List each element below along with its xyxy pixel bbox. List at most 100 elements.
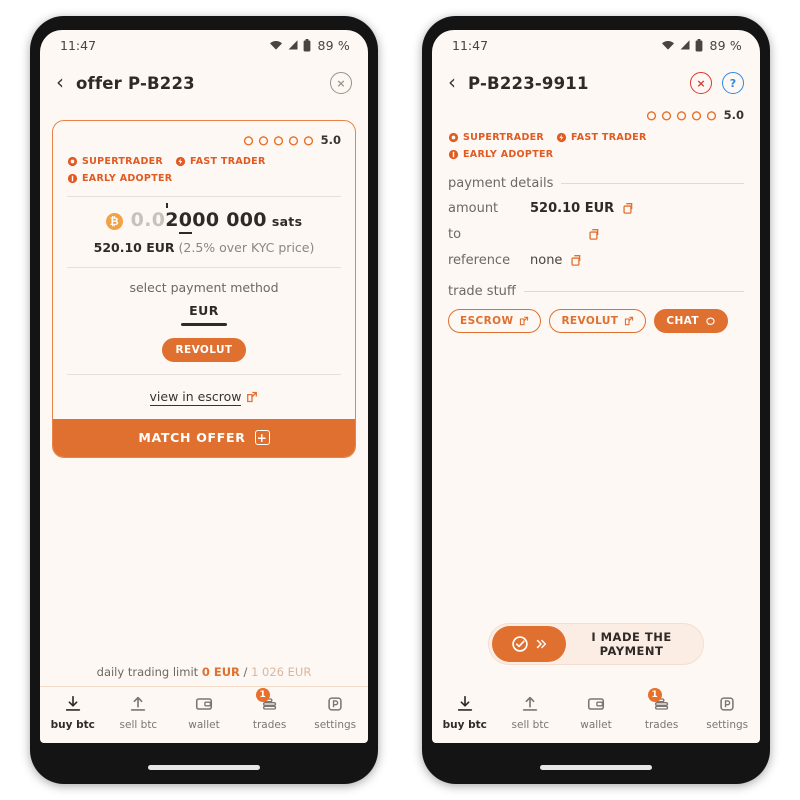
external-link-icon [247, 391, 258, 403]
detail-value: none [530, 253, 563, 268]
app-bar-actions: × ? [690, 72, 744, 94]
badge-early-adopter: EARLY ADOPTER [67, 173, 172, 184]
nav-label: settings [314, 719, 357, 731]
fiat-value: 520.10 EUR [93, 240, 175, 255]
signal-icon [681, 40, 690, 50]
fast-trader-badge-icon [556, 132, 567, 143]
trader-badges: SUPERTRADER FAST TRADER EARLY ADOPTER [67, 156, 341, 184]
trade-stuff-chips: ESCROW REVOLUT CHAT [448, 309, 744, 333]
section-label: payment details [448, 176, 554, 191]
back-button[interactable]: ‹ [54, 70, 68, 96]
badge-fast-trader: FAST TRADER [556, 132, 647, 143]
nav-item-sell-btc[interactable]: sell btc [109, 694, 167, 731]
offer-card-inner: 5.0 SUPERTRADER FAST TRADER EARLY ADOPTE… [53, 121, 355, 419]
rating-value: 5.0 [320, 133, 341, 147]
copy-icon[interactable] [622, 202, 635, 215]
rating-value: 5.0 [723, 108, 744, 122]
view-in-escrow-link[interactable]: view in escrow [67, 387, 341, 419]
settings-p-icon [717, 694, 737, 714]
badge-label: EARLY ADOPTER [82, 173, 173, 184]
copy-icon[interactable] [588, 228, 601, 241]
confirm-payment-slider[interactable]: I MADE THE PAYMENT [488, 623, 704, 665]
limit-label: daily trading limit [96, 665, 199, 679]
sats-amount-row: ₿ 0.0 2 0 00 000 sats [67, 203, 341, 234]
payment-details-heading: payment details [448, 176, 744, 191]
match-offer-button[interactable]: MATCH OFFER + [53, 418, 355, 457]
divider-bottom [67, 373, 341, 375]
chip-chat[interactable]: CHAT [654, 309, 728, 333]
daily-trading-limit: daily trading limit 0 EUR / 1 026 EUR [40, 659, 368, 687]
screen-offer-detail: 11:47 89 % ‹ offer P-B223 × 5.0 SUPERTRA… [40, 30, 368, 743]
sats-underline-digit: 0 [178, 209, 193, 234]
nav-label: sell btc [119, 719, 158, 731]
battery-percent: 89 % [709, 37, 742, 53]
detail-row-amount: amount 520.10 EUR [448, 201, 744, 216]
nav-item-settings[interactable]: settings [698, 694, 756, 731]
chip-label: CHAT [666, 315, 699, 327]
view-in-escrow-label: view in escrow [149, 388, 242, 406]
coins-stack-icon: 1 [255, 688, 280, 714]
rating-circle-icon [258, 135, 268, 145]
nav-item-wallet[interactable]: wallet [175, 694, 233, 731]
status-time: 11:47 [452, 37, 489, 53]
signal-icon [289, 40, 298, 50]
back-button[interactable]: ‹ [446, 70, 460, 96]
close-circle-icon[interactable]: × [690, 72, 712, 94]
nav-item-trades[interactable]: 1 trades [241, 688, 299, 731]
offer-card: 5.0 SUPERTRADER FAST TRADER EARLY ADOPTE… [52, 120, 356, 458]
chip-revolut[interactable]: REVOLUT [549, 309, 647, 333]
trade-stuff-heading: trade stuff [448, 284, 744, 299]
chip-label: ESCROW [460, 315, 514, 327]
fast-trader-badge-icon [175, 156, 186, 167]
rating-circle-icon [303, 135, 313, 145]
sats-dim-prefix: 0.0 [130, 209, 166, 231]
sats-unit: sats [271, 214, 303, 229]
screen-trade-detail: 11:47 89 % ‹ P-B223-9911 × ? 5.0 SUPERTR… [432, 30, 760, 743]
nav-label: buy btc [50, 719, 95, 731]
trade-body: 5.0 SUPERTRADER FAST TRADER EARLY ADOPTE… [432, 106, 760, 687]
nav-label: sell btc [511, 719, 550, 731]
section-rule [561, 183, 744, 184]
early-adopter-badge-icon [448, 149, 459, 160]
badge-label: SUPERTRADER [463, 132, 545, 143]
nav-item-trades[interactable]: 1 trades [633, 688, 691, 731]
nav-item-sell-btc[interactable]: sell btc [501, 694, 559, 731]
badge-early-adopter: EARLY ADOPTER [448, 149, 553, 160]
offer-body: 5.0 SUPERTRADER FAST TRADER EARLY ADOPTE… [40, 106, 368, 659]
status-indicators: 89 % [269, 38, 350, 53]
nav-item-settings[interactable]: settings [306, 694, 364, 731]
nav-item-wallet[interactable]: wallet [567, 694, 625, 731]
divider-mid [67, 267, 341, 268]
wallet-icon [194, 694, 214, 714]
sats-amount: 0.0 2 0 00 000 sats [130, 203, 303, 234]
currency-label: EUR [189, 303, 219, 318]
early-adopter-badge-icon [67, 173, 78, 184]
slider-knob[interactable] [492, 626, 566, 662]
chip-escrow[interactable]: ESCROW [448, 309, 542, 333]
download-arrow-icon [455, 694, 475, 714]
wallet-icon [586, 694, 606, 714]
page-title: P-B223-9911 [468, 73, 589, 93]
copy-icon[interactable] [570, 254, 583, 267]
close-circle-icon[interactable]: × [330, 72, 352, 94]
payment-method-revolut[interactable]: REVOLUT [161, 337, 247, 362]
nav-item-buy-btc[interactable]: buy btc [436, 694, 494, 731]
detail-row-to: to [448, 227, 744, 242]
rating-circle-icon [691, 110, 701, 120]
help-circle-icon[interactable]: ? [722, 72, 744, 94]
currency-tab[interactable]: EUR [67, 303, 341, 326]
wifi-icon [270, 40, 283, 50]
limit-used: 0 EUR [201, 665, 240, 679]
trades-badge-count: 1 [255, 688, 270, 702]
app-bar-right: ‹ P-B223-9911 × ? [432, 60, 760, 106]
supertrader-badge-icon [448, 132, 459, 143]
nav-label: buy btc [442, 719, 487, 731]
nav-label: trades [252, 719, 287, 731]
badge-label: SUPERTRADER [82, 156, 164, 167]
app-bar-left: ‹ offer P-B223 × [40, 60, 368, 106]
nav-item-buy-btc[interactable]: buy btc [44, 694, 102, 731]
rating-row: 5.0 [448, 108, 744, 122]
badge-supertrader: SUPERTRADER [67, 156, 163, 167]
battery-icon [696, 38, 703, 51]
supertrader-badge-icon [67, 156, 78, 167]
